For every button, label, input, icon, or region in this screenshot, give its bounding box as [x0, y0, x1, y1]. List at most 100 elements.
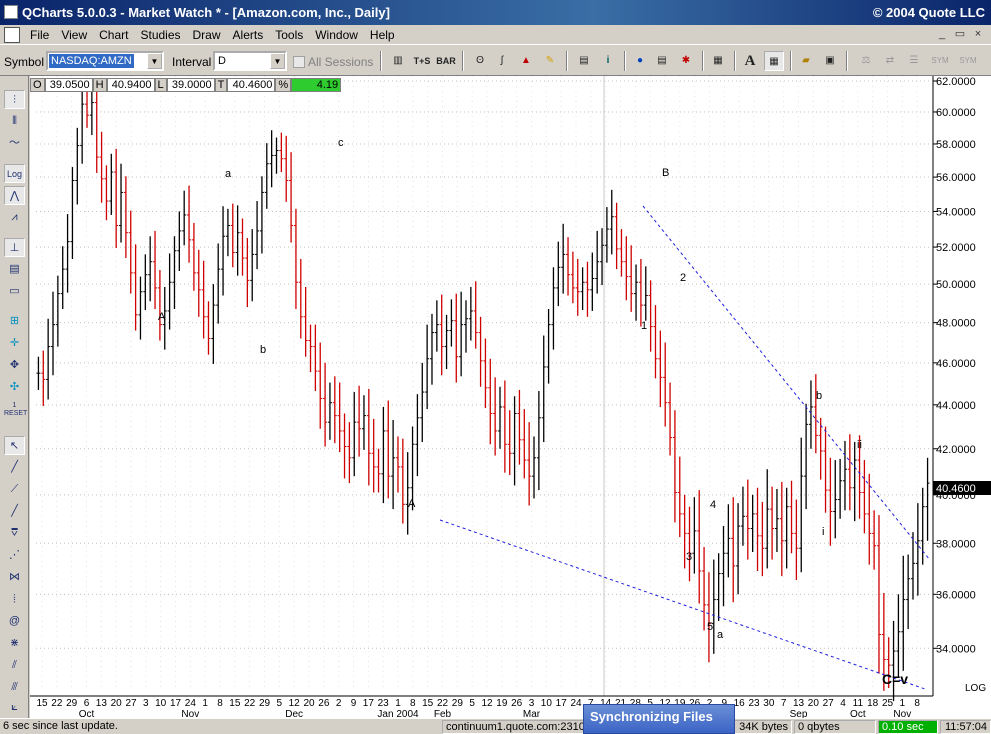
line-style-icon[interactable]: 〜 [4, 134, 25, 153]
menu-draw[interactable]: Draw [187, 28, 227, 42]
x-tick-label: 3 [143, 698, 149, 709]
pointer-icon[interactable]: ↖ [4, 436, 25, 455]
chart-canvas[interactable]: acAbB21biiA 4i35aC=v 62.000060.000058.000… [30, 76, 991, 720]
minimize-icon[interactable]: _ [935, 27, 949, 41]
time-sales-button[interactable]: T+S [412, 51, 432, 71]
list-icon[interactable]: ☰ [904, 51, 924, 71]
sym-button-icon[interactable]: SYM [930, 51, 950, 71]
columns-icon[interactable]: ▤ [574, 51, 594, 71]
scale-icon[interactable]: ⚖ [856, 51, 876, 71]
line-draw-icon[interactable]: ╱ [4, 502, 25, 521]
x-tick-label: 5 [469, 698, 475, 709]
zoom-box-icon[interactable]: ⊞ [4, 312, 25, 331]
fib-fan-icon[interactable]: ⋰ [4, 546, 25, 565]
high-value: 40.9400 [106, 78, 155, 92]
x-tick-label: 15 [422, 698, 434, 709]
bar-chart-icon[interactable]: ▥ [388, 51, 408, 71]
zoom-out-icon[interactable]: ✣ [4, 378, 25, 397]
speed-lines-icon[interactable]: ⫽ [4, 656, 25, 675]
menu-chart[interactable]: Chart [93, 28, 134, 42]
quote-strip: O 39.0500 H 40.9400 L 39.0000 T 40.4600 … [30, 78, 342, 92]
andrews-icon[interactable]: ⟀ [4, 698, 25, 717]
menu-file[interactable]: File [24, 28, 55, 42]
sym-alt-icon[interactable]: SYM [958, 51, 978, 71]
regression-icon[interactable]: ⫻ [4, 678, 25, 697]
price-chart[interactable]: a c Ab B 2 1 b ii A 4 i 3 5 a C=v 62.0000 60.0000 58.000… [30, 76, 991, 720]
spiral-icon[interactable]: @ [4, 612, 25, 631]
x-tick-label: 12 [289, 698, 301, 709]
x-tick-label: 4 [840, 698, 846, 709]
menu-alerts[interactable]: Alerts [227, 28, 270, 42]
x-tick-label: 20 [808, 698, 820, 709]
x-tick-label: 17 [556, 698, 568, 709]
y-tick-label: 38.0000 [936, 538, 976, 550]
interval-select[interactable]: D ▼ [213, 51, 287, 71]
chevron-down-icon[interactable]: ▼ [147, 53, 162, 69]
low-value: 39.0000 [166, 78, 215, 92]
save-icon[interactable]: ▣ [820, 51, 840, 71]
x-tick-label: 5 [277, 698, 283, 709]
bug-icon[interactable]: ✱ [676, 51, 696, 71]
toolbar-separator [566, 51, 568, 71]
wave-label: C=v [882, 671, 908, 687]
news-icon[interactable]: ▤ [652, 51, 672, 71]
low-label: L [154, 78, 167, 92]
info-icon[interactable]: i [598, 51, 618, 71]
x-tick-label: 8 [410, 698, 416, 709]
gann-icon[interactable]: ⋇ [4, 634, 25, 653]
bar-button[interactable]: BAR [436, 51, 456, 71]
compress-icon[interactable]: ⩘ [4, 208, 25, 227]
swirl-icon[interactable]: ʘ [470, 51, 490, 71]
channel-icon[interactable]: ⋈ [4, 568, 25, 587]
x-tick-label: 15 [36, 698, 48, 709]
pct-label: % [275, 78, 292, 92]
menu-tools[interactable]: Tools [269, 28, 309, 42]
candle-style-icon[interactable]: ⫴ [4, 112, 25, 131]
crosshair-icon[interactable]: ⊥ [4, 238, 25, 257]
globe-icon[interactable]: ● [630, 51, 650, 71]
cycle-lines-icon[interactable]: ⦙ [4, 590, 25, 609]
toolbar-separator [624, 51, 626, 71]
x-tick-label: 13 [96, 698, 108, 709]
log-scale-icon[interactable]: Log [4, 164, 25, 183]
menu-studies[interactable]: Studies [134, 28, 186, 42]
menu-view[interactable]: View [55, 28, 93, 42]
menu-window[interactable]: Window [309, 28, 364, 42]
x-month-label: Nov [181, 709, 199, 718]
open-folder-icon[interactable]: ▰ [796, 51, 816, 71]
bar-style-icon[interactable]: ⫶ [4, 90, 25, 109]
chevron-down-icon[interactable]: ▼ [270, 53, 285, 69]
app-icon[interactable] [4, 5, 18, 19]
high-label: H [92, 78, 107, 92]
layout-icon[interactable]: ▦ [708, 51, 728, 71]
status-bar: 6 sec since last update. continuum1.quot… [0, 718, 991, 734]
data-window-icon[interactable]: ▤ [4, 260, 25, 279]
toolbar-separator [846, 51, 848, 71]
menu-help[interactable]: Help [364, 28, 401, 42]
pencil-icon[interactable]: ✎ [540, 51, 560, 71]
zoom-in-icon[interactable]: ✛ [4, 334, 25, 353]
close-icon[interactable]: × [971, 27, 985, 41]
wave-label: b [816, 390, 822, 402]
document-menu-icon[interactable] [4, 27, 20, 43]
x-tick-label: 1 [202, 698, 208, 709]
sync-notification[interactable]: Synchronizing Files [583, 704, 735, 734]
grid-icon[interactable]: ▦ [764, 51, 784, 71]
all-sessions-checkbox[interactable]: All Sessions [293, 55, 373, 69]
lower-trendline[interactable] [439, 519, 926, 690]
y-tick-label: 42.0000 [936, 444, 976, 456]
ruler-icon[interactable]: ▭ [4, 282, 25, 301]
auto-scale-icon[interactable]: ⋀ [4, 186, 25, 205]
symbol-input[interactable]: NASDAQ:AMZN ▼ [46, 51, 164, 71]
transfer-icon[interactable]: ⇄ [880, 51, 900, 71]
restore-icon[interactable]: ▭ [953, 27, 967, 41]
pan-icon[interactable]: ✥ [4, 356, 25, 375]
candle-icon[interactable]: ▲ [516, 51, 536, 71]
trendline-icon[interactable]: ╱ [4, 458, 25, 477]
reset-icon[interactable]: 1 RESET [4, 402, 27, 421]
fibonacci-icon[interactable]: ⩢ [4, 524, 25, 543]
font-button[interactable]: A [740, 51, 760, 71]
ray-icon[interactable]: ⟋ [4, 480, 25, 499]
hook-icon[interactable]: ʃ [492, 51, 512, 71]
checkbox-icon [293, 56, 305, 68]
